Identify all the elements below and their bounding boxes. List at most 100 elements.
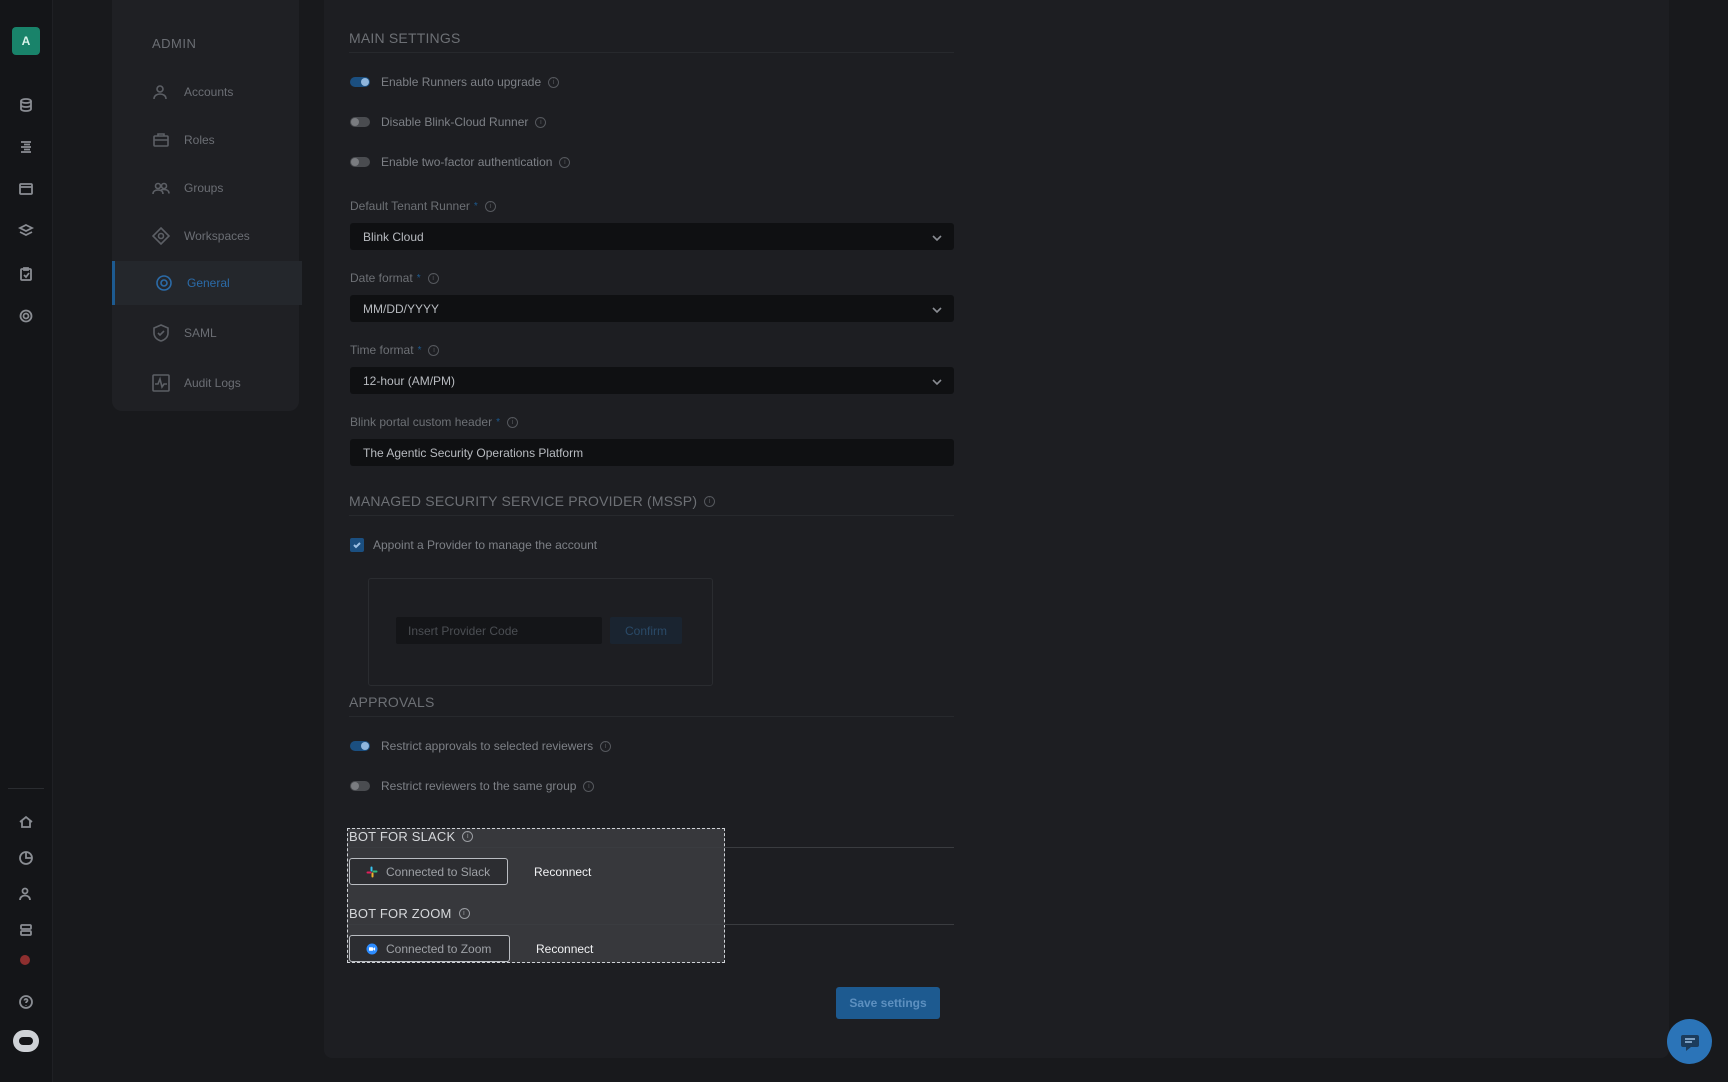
toggle-label: Enable Runners auto upgrade xyxy=(381,75,542,89)
sidebar-item-groups[interactable]: Groups xyxy=(112,166,299,210)
required-mark: * xyxy=(417,344,422,356)
bot-icon[interactable] xyxy=(13,1030,39,1052)
provider-code-input[interactable]: Insert Provider Code xyxy=(396,617,602,644)
info-icon[interactable]: i xyxy=(583,780,595,792)
toggle-row-disable-cloud-runner: Disable Blink-Cloud Runner i xyxy=(350,115,547,129)
user-icon xyxy=(152,83,170,101)
sidebar-item-label: Workspaces xyxy=(184,229,250,243)
database-icon[interactable] xyxy=(16,95,36,115)
clipboard-icon[interactable] xyxy=(16,264,36,284)
mssp-checkbox-row: Appoint a Provider to manage the account xyxy=(350,538,597,552)
rail-divider xyxy=(8,788,44,789)
toggle-label: Restrict reviewers to the same group xyxy=(381,779,577,793)
info-icon[interactable]: i xyxy=(462,831,474,842)
info-icon[interactable]: i xyxy=(548,76,560,88)
info-icon[interactable]: i xyxy=(535,116,547,128)
chart-icon[interactable] xyxy=(16,848,36,868)
time-format-label: Time format * i xyxy=(350,343,440,357)
toggle-row-two-factor: Enable two-factor authentication i xyxy=(350,155,571,169)
info-icon[interactable]: i xyxy=(484,200,496,212)
custom-header-input[interactable]: The Agentic Security Operations Platform xyxy=(350,439,954,466)
save-settings-button[interactable]: Save settings xyxy=(836,987,940,1019)
zoom-reconnect-button[interactable]: Reconnect xyxy=(536,942,593,956)
info-icon[interactable]: i xyxy=(458,908,470,919)
toggle-label: Disable Blink-Cloud Runner xyxy=(381,115,529,129)
sidebar-item-general[interactable]: General xyxy=(112,261,302,305)
info-icon[interactable]: i xyxy=(600,740,612,752)
two-factor-toggle[interactable] xyxy=(350,157,370,167)
left-rail: A xyxy=(0,0,53,1082)
group-icon xyxy=(152,179,170,197)
zoom-bot-title: BOT FOR ZOOM i xyxy=(349,906,470,921)
date-format-select[interactable]: MM/DD/YYYY xyxy=(350,295,954,322)
runners-auto-upgrade-toggle[interactable] xyxy=(350,77,370,87)
app-logo[interactable]: A xyxy=(12,27,40,55)
sidebar-item-label: SAML xyxy=(184,326,217,340)
calendar-icon[interactable] xyxy=(16,179,36,199)
restrict-approvals-toggle[interactable] xyxy=(350,741,370,751)
select-value: 12-hour (AM/PM) xyxy=(363,373,456,388)
sidebar-item-roles[interactable]: Roles xyxy=(112,118,299,162)
toggle-label: Restrict approvals to selected reviewers xyxy=(381,739,594,753)
chevron-down-icon xyxy=(932,231,942,242)
sidebar-heading: ADMIN xyxy=(152,36,197,51)
server-icon[interactable] xyxy=(16,920,36,940)
input-value: The Agentic Security Operations Platform xyxy=(363,445,584,460)
slack-logo-icon xyxy=(366,866,378,877)
select-value: Blink Cloud xyxy=(363,229,424,244)
sidebar-item-saml[interactable]: SAML xyxy=(112,311,299,355)
connected-to-zoom-button[interactable]: Connected to Zoom xyxy=(349,935,510,962)
toggle-row-runners-auto-upgrade: Enable Runners auto upgrade i xyxy=(350,75,560,89)
connection-status-label: Connected to Slack xyxy=(386,864,491,879)
required-mark: * xyxy=(473,200,478,212)
mssp-title: MANAGED SECURITY SERVICE PROVIDER (MSSP)… xyxy=(349,493,954,516)
chat-support-icon[interactable] xyxy=(1667,1019,1712,1064)
appoint-provider-checkbox[interactable] xyxy=(350,538,364,552)
slack-reconnect-button[interactable]: Reconnect xyxy=(534,865,591,879)
info-icon[interactable]: i xyxy=(427,272,439,284)
gear-icon[interactable] xyxy=(16,306,36,326)
select-value: MM/DD/YYYY xyxy=(363,301,440,316)
info-icon[interactable]: i xyxy=(559,156,571,168)
checkbox-label: Appoint a Provider to manage the account xyxy=(373,538,598,552)
sidebar-item-workspaces[interactable]: Workspaces xyxy=(112,214,299,258)
field-label-text: Time format xyxy=(350,343,414,357)
sidebar-item-label: Groups xyxy=(184,181,224,195)
default-runner-select[interactable]: Blink Cloud xyxy=(350,223,954,250)
notification-icon[interactable] xyxy=(20,955,30,965)
sidebar-item-accounts[interactable]: Accounts xyxy=(112,70,299,114)
info-icon[interactable]: i xyxy=(506,416,518,428)
info-icon[interactable]: i xyxy=(704,495,716,507)
gear-icon xyxy=(155,274,173,292)
sidebar-item-label: Accounts xyxy=(184,85,234,99)
confirm-button[interactable]: Confirm xyxy=(610,617,682,644)
field-label-text: Default Tenant Runner xyxy=(350,199,470,213)
disable-cloud-runner-toggle[interactable] xyxy=(350,117,370,127)
time-format-select[interactable]: 12-hour (AM/PM) xyxy=(350,367,954,394)
info-icon[interactable]: i xyxy=(428,344,440,356)
toggle-row-restrict-approvals: Restrict approvals to selected reviewers… xyxy=(350,739,612,753)
sidebar-item-audit-logs[interactable]: Audit Logs xyxy=(112,361,299,405)
chevron-down-icon xyxy=(932,303,942,314)
admin-sidebar: ADMIN Accounts Roles Groups Workspaces G… xyxy=(112,0,302,411)
layers-icon[interactable] xyxy=(16,221,36,241)
home-icon[interactable] xyxy=(16,812,36,832)
custom-header-label: Blink portal custom header * i xyxy=(350,415,518,429)
section-divider xyxy=(349,924,954,925)
approvals-title: APPROVALS xyxy=(349,694,954,717)
restrict-reviewers-toggle[interactable] xyxy=(350,781,370,791)
toggle-label: Enable two-factor authentication xyxy=(381,155,553,169)
default-runner-label: Default Tenant Runner * i xyxy=(350,199,496,213)
section-title-text: BOT FOR SLACK xyxy=(349,829,456,844)
help-icon[interactable] xyxy=(16,992,36,1012)
list-icon[interactable] xyxy=(16,137,36,157)
pulse-icon xyxy=(152,374,170,392)
zoom-logo-icon xyxy=(366,943,378,954)
connected-to-slack-button[interactable]: Connected to Slack xyxy=(349,858,508,885)
field-label-text: Date format xyxy=(350,271,413,285)
chevron-down-icon xyxy=(932,375,942,386)
date-format-label: Date format * i xyxy=(350,271,439,285)
field-label-text: Blink portal custom header xyxy=(350,415,493,429)
users-icon[interactable] xyxy=(16,884,36,904)
section-title-text: BOT FOR ZOOM xyxy=(349,906,452,921)
